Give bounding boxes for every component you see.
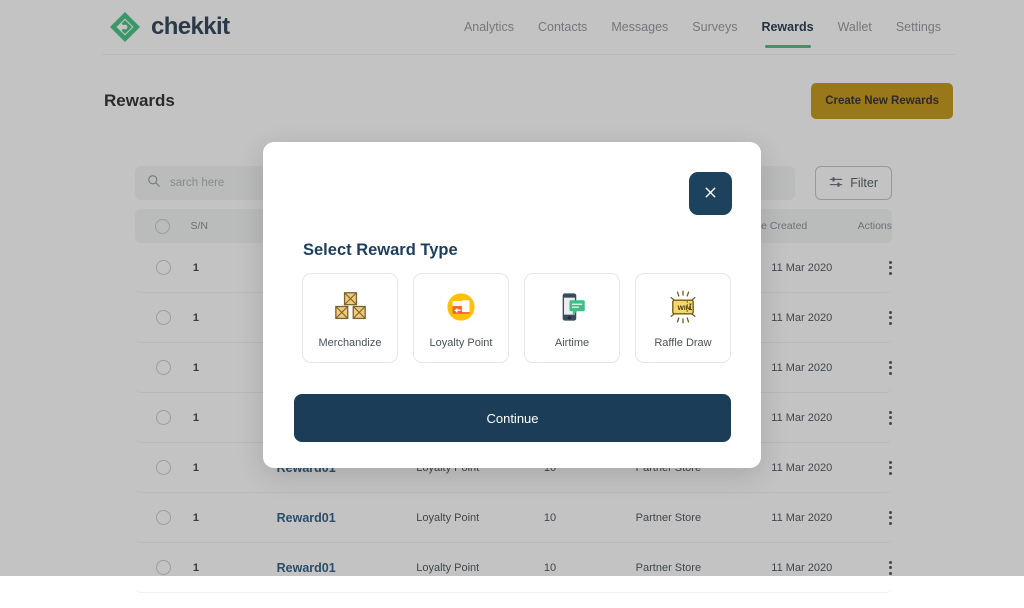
reward-type-raffle-draw-label: Raffle Draw (654, 337, 711, 349)
modal-title: Select Reward Type (303, 241, 458, 260)
reward-type-loyalty-point-label: Loyalty Point (430, 337, 493, 349)
svg-text:WIN: WIN (677, 304, 690, 311)
continue-button[interactable]: Continue (294, 394, 731, 442)
loyalty-card-icon (444, 288, 478, 326)
reward-type-merchandize-label: Merchandize (319, 337, 382, 349)
close-icon (703, 185, 718, 203)
reward-type-options: Merchandize Loyalty Point (302, 273, 731, 363)
reward-type-airtime[interactable]: Airtime (524, 273, 620, 363)
boxes-icon (332, 288, 369, 326)
reward-type-airtime-label: Airtime (555, 337, 589, 349)
reward-type-merchandize[interactable]: Merchandize (302, 273, 398, 363)
reward-type-loyalty-point[interactable]: Loyalty Point (413, 273, 509, 363)
select-reward-type-modal: Select Reward Type Merchandize (263, 142, 761, 468)
close-modal-button[interactable] (689, 172, 732, 215)
win-ticket-icon: WIN (664, 288, 702, 326)
reward-type-raffle-draw[interactable]: WIN Raffle Draw (635, 273, 731, 363)
phone-message-icon (555, 288, 589, 326)
